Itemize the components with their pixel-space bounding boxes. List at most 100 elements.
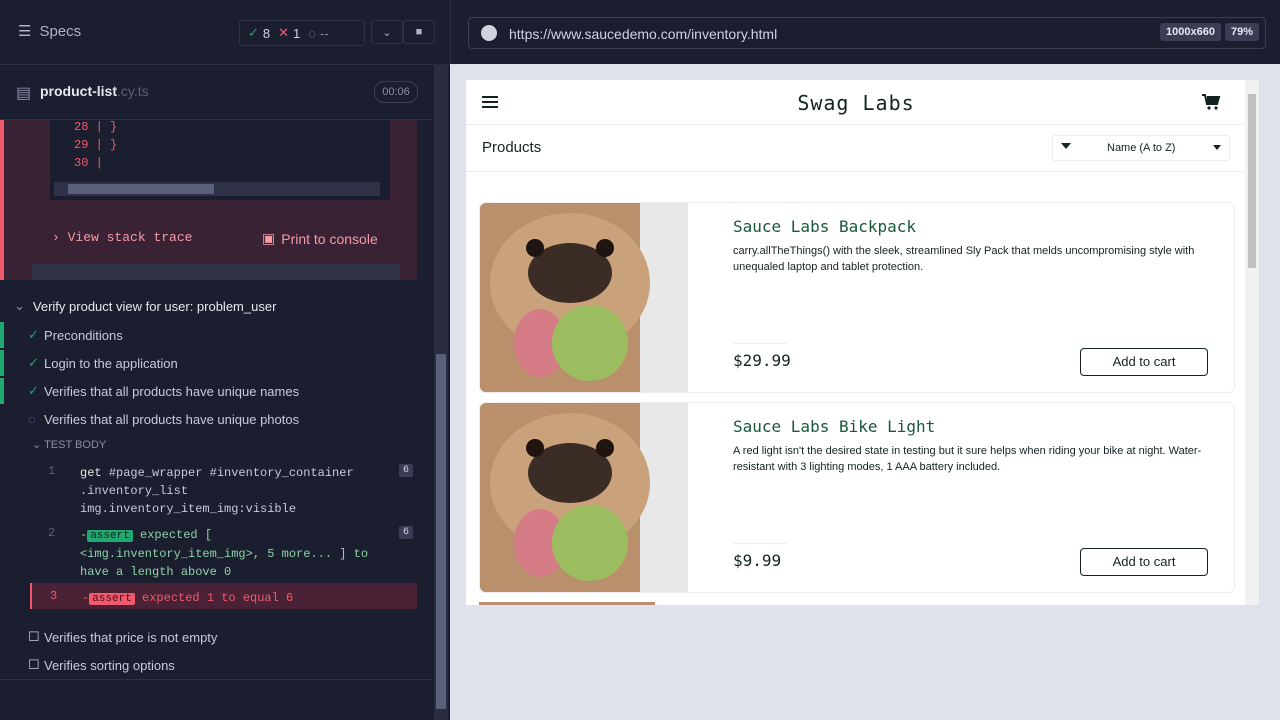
command-row[interactable]: 2 - assert expected [ <img.inventory_item… — [30, 520, 417, 580]
command-log-scrollbar[interactable] — [434, 64, 448, 720]
test-step[interactable]: ☐ Verifies that price is not empty — [0, 624, 432, 650]
product-name-link[interactable]: Sauce Labs Backpack — [733, 217, 916, 236]
sort-selected-value: Name (A to Z) — [1107, 142, 1176, 154]
scrollbar-thumb[interactable] — [436, 354, 446, 709]
sort-select[interactable]: Name (A to Z) — [1052, 135, 1230, 161]
app-scrollbar[interactable] — [1245, 80, 1259, 605]
spinner-icon: ◌ — [28, 411, 36, 427]
chevron-down-icon: ⌄ — [32, 439, 42, 451]
print-to-console-label: Print to console — [281, 230, 378, 247]
url-text[interactable]: https://www.saucedemo.com/inventory.html — [509, 26, 777, 42]
code-line: 29 | } — [74, 138, 118, 152]
test-body-header[interactable]: ⌄ TEST BODY — [32, 438, 106, 451]
app-iframe: Swag Labs Products Name (A to Z) Sauce L… — [466, 80, 1259, 605]
checkbox-icon: ☐ — [28, 629, 40, 644]
status-bar — [0, 350, 4, 376]
element-count-badge: 6 — [398, 526, 413, 539]
specs-header: ☰ Specs ✓ 8 ✕ 1 ◌ -- ⌄ ■ — [0, 0, 450, 65]
file-icon: ▤ — [16, 85, 32, 102]
code-frame: 28 | } 29 | } 30 | — [50, 120, 390, 200]
command-row-failed[interactable]: 3 - assert expected 1 to equal 6 — [30, 583, 417, 609]
step-label: Verifies sorting options — [44, 657, 175, 673]
chevron-down-icon: ⌄ — [382, 26, 392, 39]
code-line: 28 | } — [74, 120, 118, 134]
test-step[interactable]: ✓ Login to the application — [0, 350, 432, 376]
product-image-partial — [479, 602, 655, 605]
scrollbar-thumb[interactable] — [1248, 94, 1256, 268]
code-horizontal-scrollbar[interactable] — [54, 182, 380, 196]
line-code: } — [110, 138, 118, 152]
stop-button[interactable]: ■ — [403, 20, 435, 44]
app-header: Swag Labs — [466, 80, 1246, 125]
app-logo: Swag Labs — [797, 91, 915, 115]
run-timer: 00:06 — [374, 81, 418, 103]
test-step[interactable]: ◌ Verifies that all products have unique … — [0, 406, 432, 432]
divider — [733, 343, 787, 344]
test-step[interactable]: ✓ Preconditions — [0, 322, 432, 348]
error-horizontal-scrollbar[interactable] — [32, 264, 400, 280]
pending-count: -- — [320, 25, 329, 41]
add-to-cart-button[interactable]: Add to cart — [1080, 548, 1208, 576]
spec-file-ext: .cy.ts — [117, 83, 149, 99]
line-number: 29 — [74, 138, 89, 152]
product-image[interactable] — [480, 203, 688, 392]
test-step[interactable]: ☐ Verifies sorting options — [0, 652, 432, 678]
code-line: 30 | — [74, 156, 103, 170]
step-label: Verifies that all products have unique n… — [44, 383, 300, 399]
product-card: Sauce Labs Backpack carry.allTheThings()… — [479, 202, 1235, 393]
failed-icon: ✕ — [278, 25, 290, 40]
shopping-cart-icon[interactable] — [1201, 93, 1221, 111]
line-number: 30 — [74, 156, 89, 170]
passed-count: 8 — [262, 25, 271, 41]
command-name: get — [80, 466, 102, 480]
test-title[interactable]: ⌄ Verify product view for user: problem_… — [14, 298, 276, 314]
dog-photo-icon — [480, 403, 688, 592]
viewport-size-badge[interactable]: 1000x660 — [1160, 23, 1221, 41]
menu-lines-icon: ☰ — [18, 23, 32, 40]
check-icon: ✓ — [28, 383, 39, 398]
step-label: Verifies that price is not empty — [44, 629, 218, 645]
command-number: 3 — [50, 589, 58, 603]
command-text: - assert expected [ <img.inventory_item_i… — [80, 526, 370, 581]
product-price: $9.99 — [733, 551, 782, 570]
globe-icon — [481, 25, 497, 41]
assert-badge: assert — [87, 530, 133, 542]
line-number: 28 — [74, 120, 89, 134]
test-body-label: TEST BODY — [44, 439, 107, 451]
specs-toggle[interactable]: ☰ Specs — [18, 22, 81, 41]
command-row[interactable]: 1 get #page_wrapper #inventory_container… — [30, 458, 417, 522]
step-label: Verifies that all products have unique p… — [44, 411, 300, 427]
view-stack-trace-toggle[interactable]: › View stack trace — [52, 230, 192, 245]
line-code: } — [110, 120, 118, 134]
add-to-cart-button[interactable]: Add to cart — [1080, 348, 1208, 376]
command-text: - assert expected 1 to equal 6 — [82, 589, 372, 608]
status-bar — [0, 378, 4, 404]
spec-file-base: product-list — [40, 83, 117, 99]
product-name-link[interactable]: Sauce Labs Bike Light — [733, 417, 935, 436]
error-panel: 28 | } 29 | } 30 | › View stack trace ▣ P… — [0, 120, 417, 280]
print-to-console-button[interactable]: ▣ Print to console — [262, 230, 378, 247]
command-text: get #page_wrapper #inventory_container .… — [80, 464, 370, 518]
passed-icon: ✓ — [248, 25, 259, 40]
failed-count: 1 — [293, 25, 301, 41]
scrollbar-thumb[interactable] — [68, 184, 214, 194]
chevron-right-icon: › — [52, 230, 60, 245]
step-label: Login to the application — [44, 355, 178, 371]
chevron-down-button[interactable]: ⌄ — [371, 20, 403, 44]
caret-down-icon — [1213, 145, 1221, 150]
product-card: Sauce Labs Bike Light A red light isn't … — [479, 402, 1235, 593]
spec-file-name[interactable]: product-list.cy.ts — [40, 83, 149, 99]
divider — [733, 543, 787, 544]
check-icon: ✓ — [28, 355, 39, 370]
url-bar[interactable]: https://www.saucedemo.com/inventory.html… — [468, 17, 1266, 49]
sub-header: Products Name (A to Z) — [466, 125, 1246, 172]
dog-photo-icon — [480, 203, 688, 392]
zoom-badge[interactable]: 79% — [1224, 23, 1259, 41]
command-log-panel: ☰ Specs ✓ 8 ✕ 1 ◌ -- ⌄ ■ ▤ product-list.… — [0, 0, 450, 720]
product-image[interactable] — [480, 403, 688, 592]
command-number: 2 — [48, 526, 56, 540]
pending-icon: ◌ — [308, 25, 317, 41]
test-step[interactable]: ✓ Verifies that all products have unique … — [0, 378, 432, 404]
command-number: 1 — [48, 464, 56, 478]
status-bar — [0, 322, 4, 348]
